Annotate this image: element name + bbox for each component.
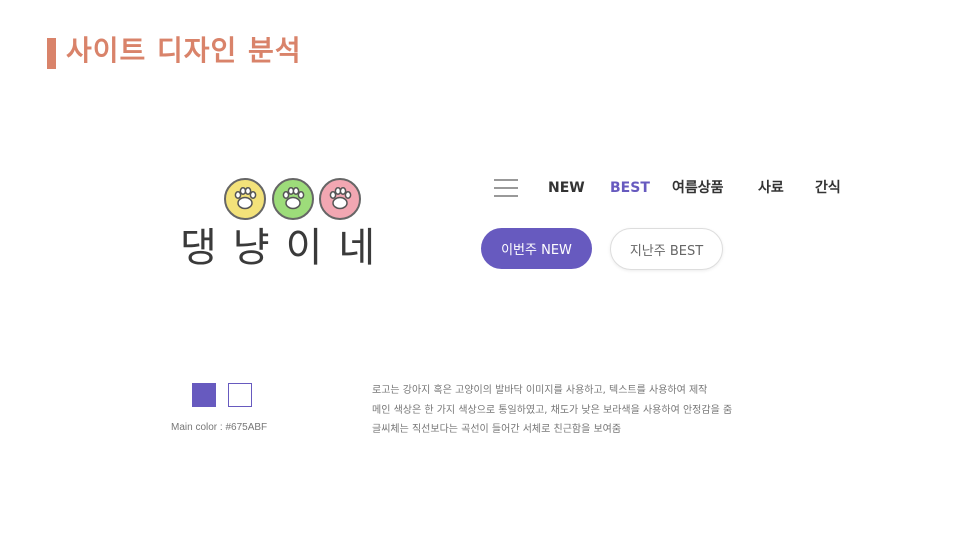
paw-icon [272, 178, 314, 220]
description: 로고는 강아지 혹은 고양이의 발바닥 이미지를 사용하고, 텍스트를 사용하여… [372, 381, 732, 440]
description-line: 로고는 강아지 혹은 고양이의 발바닥 이미지를 사용하고, 텍스트를 사용하여… [372, 385, 708, 396]
nav-item-summer-products[interactable]: 여름상품 [672, 178, 724, 198]
nav-item-feed[interactable]: 사료 [758, 178, 784, 198]
title-accent-bar [47, 38, 56, 69]
logo-text: 댕냥이네 [180, 225, 392, 271]
main-color-swatch [192, 383, 216, 407]
paw-icon [224, 178, 266, 220]
page-title: 사이트 디자인 분석 [66, 34, 302, 67]
this-week-new-button[interactable]: 이번주 NEW [481, 228, 592, 269]
nav-item-snacks[interactable]: 간식 [815, 178, 841, 198]
secondary-color-swatch [228, 383, 252, 407]
main-color-label: Main color : #675ABF [171, 422, 268, 433]
last-week-best-button[interactable]: 지난주 BEST [610, 228, 723, 270]
hamburger-icon[interactable] [494, 179, 518, 197]
description-line: 글씨체는 직선보다는 곡선이 들어간 서체로 친근함을 보여줌 [372, 424, 622, 435]
nav-item-new[interactable]: NEW [548, 178, 585, 198]
nav-item-best[interactable]: BEST [610, 178, 650, 198]
paw-icon [319, 178, 361, 220]
description-line: 메인 색상은 한 가지 색상으로 통일하였고, 채도가 낮은 보라색을 사용하여… [372, 404, 733, 416]
